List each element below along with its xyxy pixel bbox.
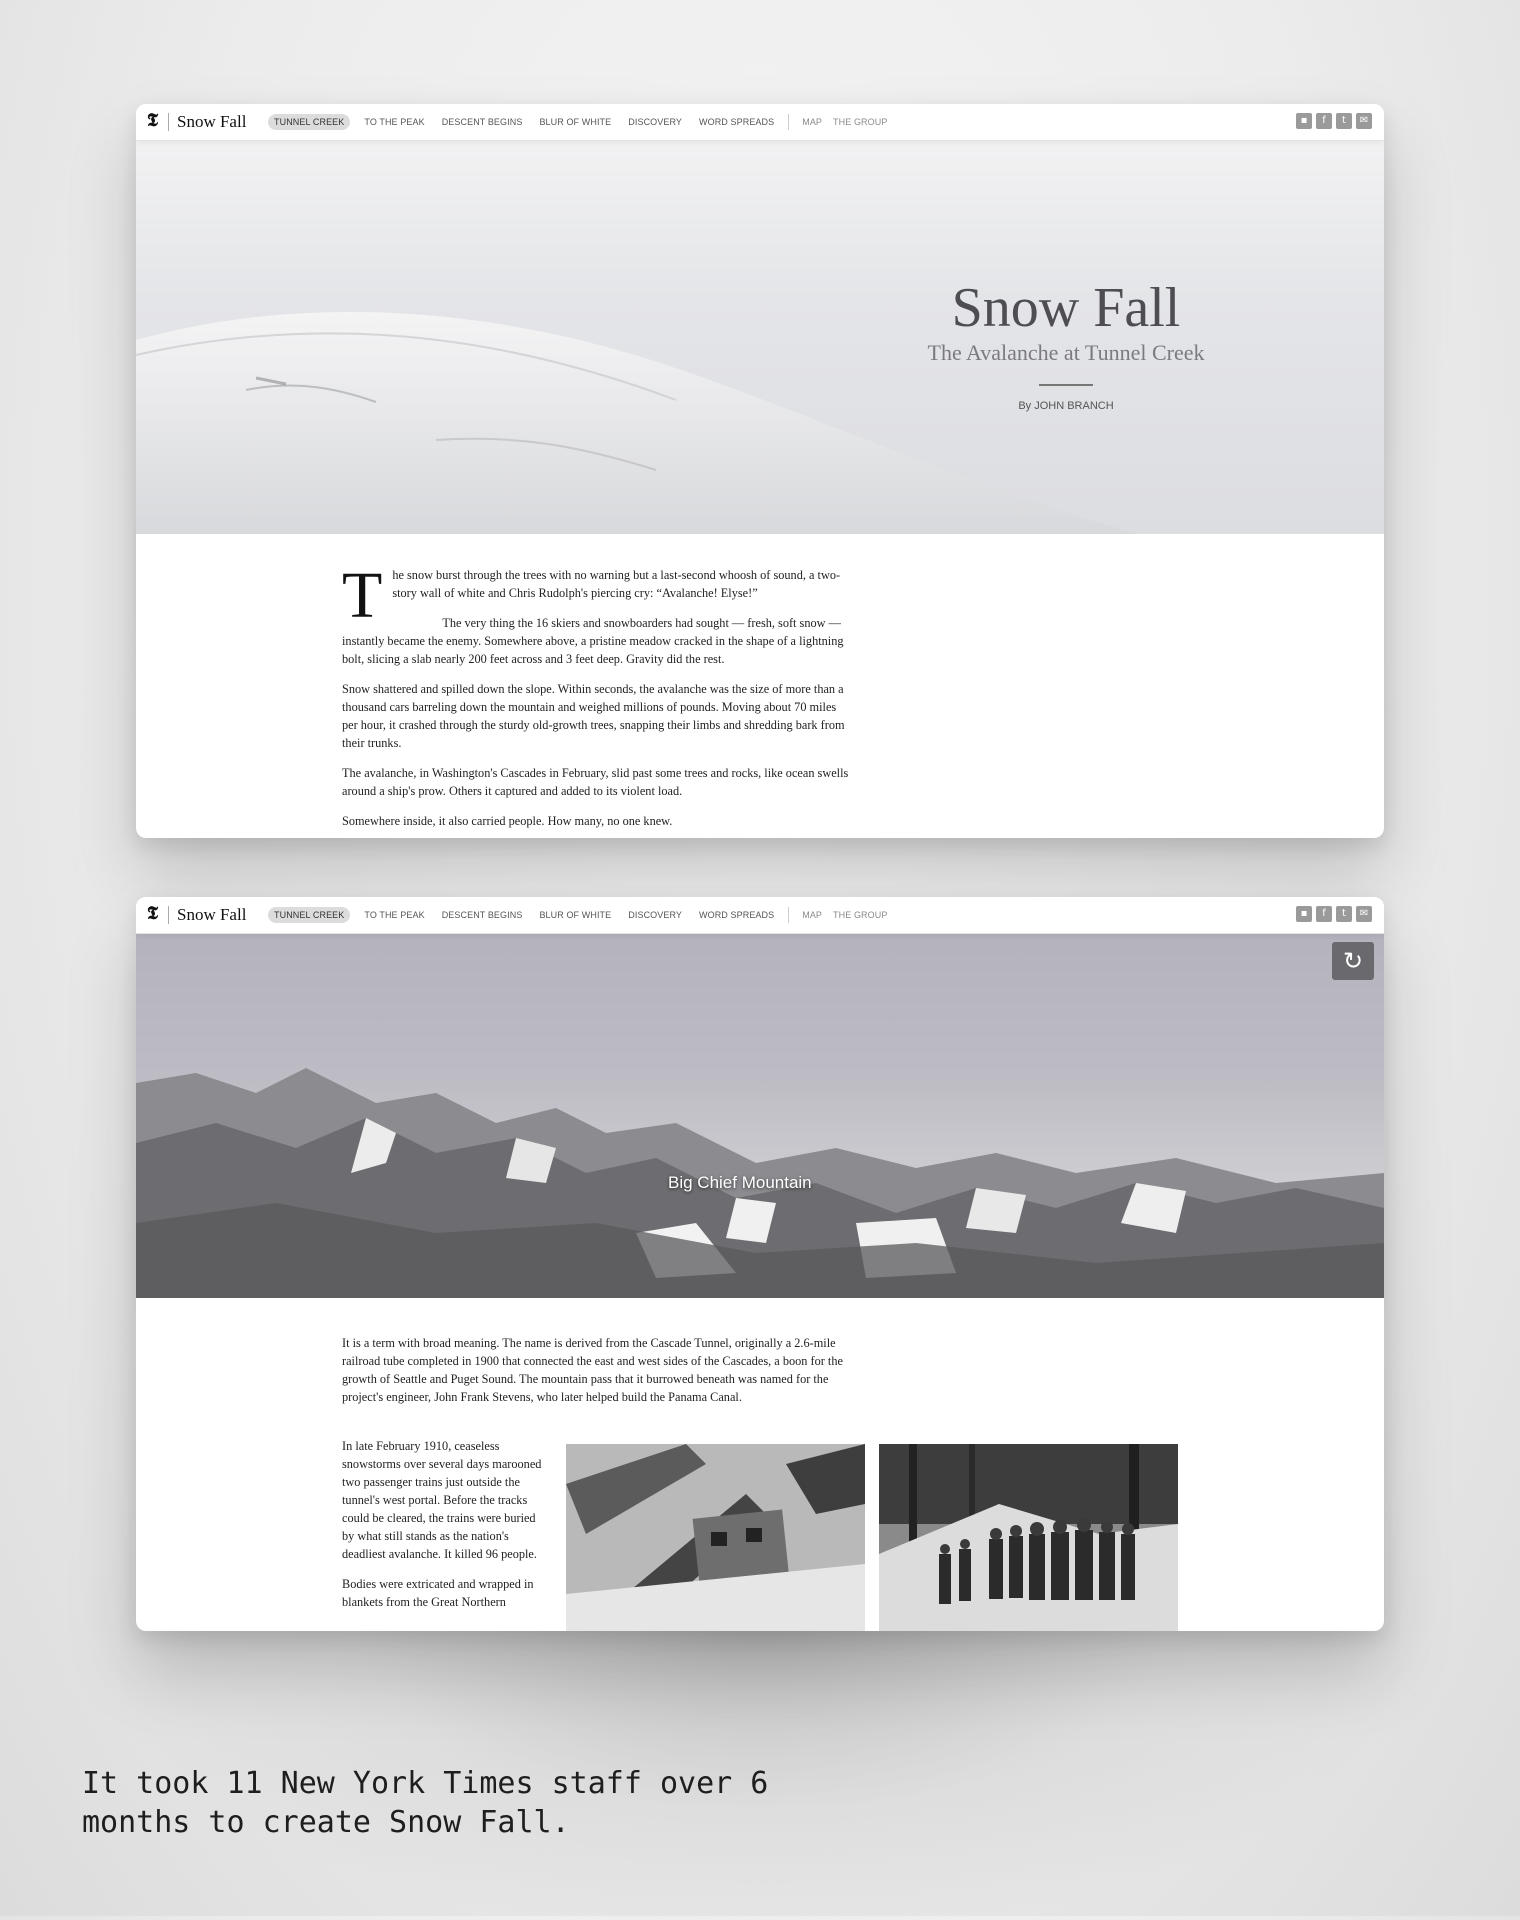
nyt-logo-icon[interactable]: 𝕿: [147, 904, 163, 924]
email-icon[interactable]: ✉: [1356, 906, 1372, 922]
facebook-icon[interactable]: f: [1316, 113, 1332, 129]
nav-map[interactable]: MAP: [802, 115, 822, 129]
train-wreck-photo[interactable]: [566, 1444, 865, 1631]
lead-text: he snow burst through the trees with no …: [392, 568, 841, 600]
nyt-logo-icon[interactable]: 𝕿: [147, 111, 163, 131]
share-icons: ▪ f t ✉: [1296, 113, 1372, 129]
paragraph: The very thing the 16 skiers and snowboa…: [342, 616, 844, 666]
paragraph: Bodies were extricated and wrapped in bl…: [342, 1577, 534, 1609]
nav-divider: [788, 907, 790, 923]
mountain-range-image: [136, 1068, 1384, 1298]
logo-divider: [168, 113, 169, 131]
story-title: Snow Fall: [951, 277, 1181, 339]
nav-map[interactable]: MAP: [802, 908, 822, 922]
nav-discovery[interactable]: DISCOVERY: [628, 115, 682, 129]
footer-caption: It took 11 New York Times staff over 6 m…: [82, 1766, 769, 1840]
brand-title[interactable]: Snow Fall: [177, 110, 246, 134]
wreck-image: [566, 1444, 865, 1631]
hero-title-block: Snow Fall The Avalanche at Tunnel Creek …: [886, 280, 1246, 412]
paragraph: In late February 1910, ceaseless snowsto…: [342, 1439, 542, 1561]
share-icons: ▪ f t ✉: [1296, 906, 1372, 922]
nav-blur-of-white[interactable]: BLUR OF WHITE: [539, 115, 611, 129]
nav-to-the-peak[interactable]: TO THE PEAK: [364, 115, 424, 129]
logo-divider: [168, 906, 169, 924]
nav-tunnel-creek[interactable]: TUNNEL CREEK: [268, 907, 351, 923]
screenshot-frame-top: 𝕿 Snow Fall TUNNEL CREEK TO THE PEAK DES…: [136, 104, 1384, 838]
narrow-column: In late February 1910, ceaseless snowsto…: [342, 1437, 542, 1623]
byline: By JOHN BRANCH: [1018, 400, 1114, 412]
email-icon[interactable]: ✉: [1356, 113, 1372, 129]
nav-the-group[interactable]: THE GROUP: [833, 115, 887, 129]
hero-mountain-video: ↻ Big Chief Mountain: [136, 933, 1384, 1298]
nav-divider: [788, 114, 790, 130]
title-rule: [1039, 384, 1093, 386]
group-image: [879, 1444, 1178, 1631]
paragraph: It is a term with broad meaning. The nam…: [342, 1336, 843, 1404]
article-body: It is a term with broad meaning. The nam…: [342, 1334, 860, 1418]
nav-the-group[interactable]: THE GROUP: [833, 908, 887, 922]
brand-title[interactable]: Snow Fall: [177, 903, 246, 927]
nav-word-spreads[interactable]: WORD SPREADS: [699, 908, 774, 922]
drop-cap: T: [342, 559, 383, 632]
twitter-icon[interactable]: t: [1336, 113, 1352, 129]
nav-blur-of-white[interactable]: BLUR OF WHITE: [539, 908, 611, 922]
comment-icon[interactable]: ▪: [1296, 906, 1312, 922]
comment-icon[interactable]: ▪: [1296, 113, 1312, 129]
twitter-icon[interactable]: t: [1336, 906, 1352, 922]
nav-descent-begins[interactable]: DESCENT BEGINS: [442, 908, 523, 922]
story-subtitle: The Avalanche at Tunnel Creek: [927, 340, 1205, 365]
top-navbar: 𝕿 Snow Fall TUNNEL CREEK TO THE PEAK DES…: [136, 897, 1384, 934]
nav-to-the-peak[interactable]: TO THE PEAK: [364, 908, 424, 922]
screenshot-frame-bottom: 𝕿 Snow Fall TUNNEL CREEK TO THE PEAK DES…: [136, 897, 1384, 1631]
nav-discovery[interactable]: DISCOVERY: [628, 908, 682, 922]
nav-word-spreads[interactable]: WORD SPREADS: [699, 115, 774, 129]
paragraph: Somewhere inside, it also carried people…: [342, 814, 673, 828]
nav-descent-begins[interactable]: DESCENT BEGINS: [442, 115, 523, 129]
paragraph: The avalanche, in Washington's Cascades …: [342, 766, 849, 798]
article-body: The snow burst through the trees with no…: [342, 563, 852, 838]
mountain-label: Big Chief Mountain: [668, 1173, 812, 1192]
lead-paragraph: The snow burst through the trees with no…: [342, 563, 852, 629]
nav-tunnel-creek[interactable]: TUNNEL CREEK: [268, 114, 351, 130]
facebook-icon[interactable]: f: [1316, 906, 1332, 922]
paragraph: Snow shattered and spilled down the slop…: [342, 682, 845, 750]
rescuers-group-photo[interactable]: [879, 1444, 1178, 1631]
replay-icon[interactable]: ↻: [1332, 942, 1374, 980]
chapter-nav: TUNNEL CREEK TO THE PEAK DESCENT BEGINS …: [268, 114, 898, 130]
top-navbar: 𝕿 Snow Fall TUNNEL CREEK TO THE PEAK DES…: [136, 104, 1384, 141]
hero-snow-slope: Snow Fall The Avalanche at Tunnel Creek …: [136, 140, 1384, 534]
chapter-nav: TUNNEL CREEK TO THE PEAK DESCENT BEGINS …: [268, 907, 898, 923]
